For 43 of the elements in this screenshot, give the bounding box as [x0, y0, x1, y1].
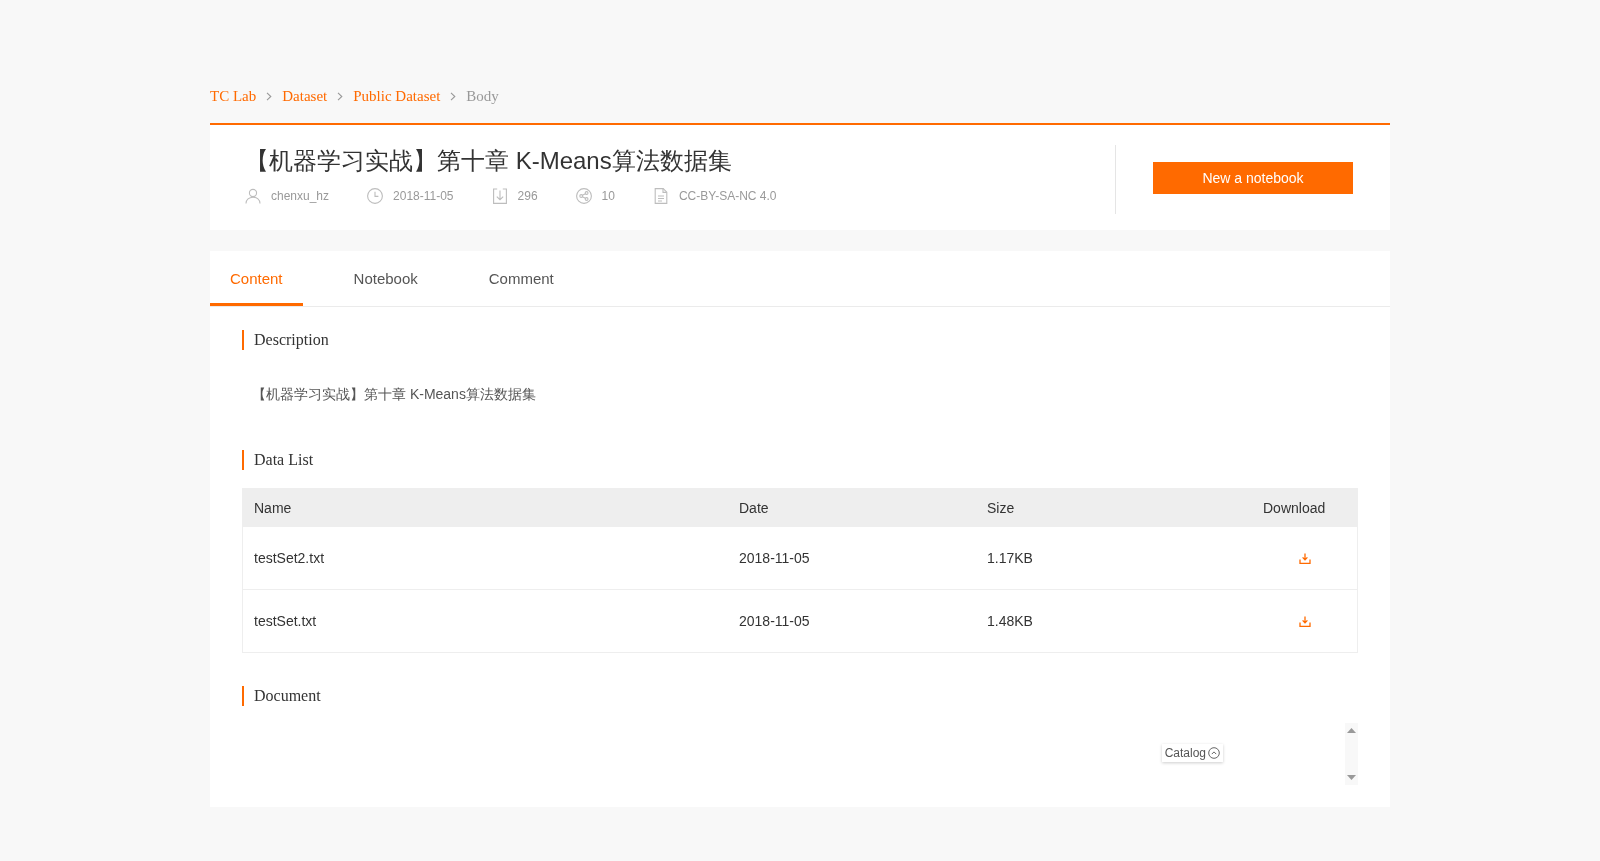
column-header: Size [986, 499, 1015, 516]
clock-icon [367, 188, 384, 204]
new-notebook-button[interactable]: New a notebook [1153, 161, 1353, 194]
download-icon [491, 188, 508, 204]
tab[interactable]: Notebook [333, 251, 438, 306]
download-icon[interactable] [1298, 552, 1311, 564]
column-header: Name [253, 499, 292, 516]
scroll-down-icon[interactable] [1347, 775, 1356, 780]
scrollbar[interactable] [1345, 723, 1358, 785]
publish-date: 2018-11-05 [393, 188, 454, 204]
document-icon [652, 188, 669, 204]
column-header: Download [1262, 499, 1326, 516]
table-cell-text: 1.48KB [986, 613, 1033, 629]
share-icon [575, 188, 592, 204]
chevron-right-icon [266, 91, 273, 101]
breadcrumb-current: Body [466, 87, 499, 106]
table-cell-text: 2018-11-05 [738, 613, 810, 629]
section-heading: Data List [242, 450, 314, 470]
table-cell-text: testSet2.txt [253, 550, 325, 566]
section-heading: Description [242, 330, 329, 350]
share-count: 10 [601, 188, 615, 204]
breadcrumb-link[interactable]: TC Lab [210, 86, 257, 106]
download-count: 296 [517, 188, 538, 204]
license-label: CC-BY-SA-NC 4.0 [678, 188, 777, 204]
table-cell-text: 1.17KB [986, 550, 1033, 566]
chevron-right-icon [337, 91, 344, 101]
table-cell-text: testSet.txt [253, 613, 317, 629]
download-icon[interactable] [1298, 615, 1311, 627]
user-icon [245, 188, 261, 204]
chevron-right-icon [450, 91, 457, 101]
breadcrumb-link[interactable]: Dataset [282, 86, 328, 106]
description-text: 【机器学习实战】第十章 K-Means算法数据集 [252, 385, 536, 404]
section-heading: Document [242, 686, 321, 706]
catalog-button[interactable]: Catalog [1161, 744, 1223, 762]
scroll-up-icon[interactable] [1347, 728, 1356, 733]
tab[interactable]: Comment [468, 251, 574, 306]
author-name: chenxu_hz [271, 188, 330, 204]
dataset-title: 【机器学习实战】第十章 K-Means算法数据集 [245, 147, 732, 174]
breadcrumb-link[interactable]: Public Dataset [353, 86, 441, 106]
chevron-up-icon [1208, 747, 1220, 759]
table-cell-text: 2018-11-05 [738, 550, 810, 566]
tab[interactable]: Content [210, 251, 303, 306]
column-header: Date [738, 499, 769, 516]
